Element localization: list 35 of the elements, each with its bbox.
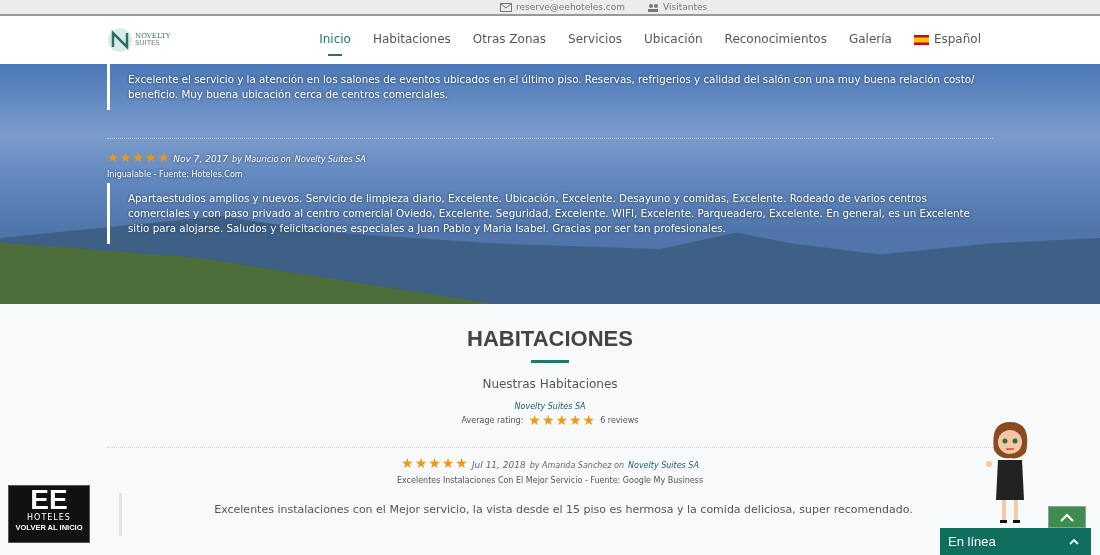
star-rating: ★★★★★: [107, 151, 170, 164]
top-bar-link[interactable]: Visitantes: [663, 2, 708, 12]
review-date: Nov 7, 2017: [173, 154, 229, 164]
nav-link[interactable]: Inicio: [319, 24, 351, 56]
nav-link[interactable]: Servicios: [568, 24, 622, 56]
review-author: by Amanda Sanchez on: [529, 461, 624, 470]
star-rating: ★★★★★: [528, 413, 596, 427]
nav-link[interactable]: Otras Zonas: [472, 24, 547, 56]
people-icon: [647, 2, 659, 12]
review-date: Jul 11, 2018: [471, 460, 526, 470]
chat-bar[interactable]: En línea: [940, 528, 1091, 555]
review-author: by Mauricio on: [232, 155, 291, 164]
nav-link[interactable]: Reconocimientos: [724, 24, 827, 56]
review-source: Inigualable - Fuente: Hoteles.Com: [107, 170, 244, 179]
hotel-link[interactable]: Novelty Suites SA: [628, 461, 699, 470]
section-title: HABITACIONES: [467, 326, 633, 352]
envelope-icon: [500, 2, 512, 12]
review-source: Excelentes Instalaciones Con El Mejor Servicio - Fuente: Google My Business: [396, 476, 704, 485]
top-bar-link[interactable]: reserve@eehoteles.com: [516, 2, 625, 12]
nav-link[interactable]: Habitaciones: [372, 24, 451, 56]
language-link[interactable]: Español: [933, 24, 981, 56]
letter-n-logo-icon: [107, 27, 133, 53]
nav-link[interactable]: Ubicación: [644, 24, 703, 56]
section-subtitle: Nuestras Habitaciones: [482, 377, 618, 391]
rating-label: Average rating:: [461, 415, 524, 425]
hotel-link[interactable]: Novelty Suites SA: [514, 402, 586, 411]
review-quote: Apartaestudios amplios y nuevos. Servicio de limpieza diario, Excelente. Ubicación, Excelente. Desayuno y comidas, Excelente. Rodeado de varios centros comerciales y con paso privado al centro comercial Oviedo, Excelente. Seguridad, Excelente. WIFI, Excelente. Parqueadero, Excelente. En general, es un Excelente sitio para alojarse. Saludos y felicitaciones especiales a Juan Pablo y Maria Isabel. Gracias por ser tan profesionales.: [107, 183, 993, 244]
scroll-top-button[interactable]: [1048, 506, 1086, 528]
star-rating: ★★★★★: [401, 456, 468, 470]
nav-link[interactable]: Galería: [848, 24, 892, 56]
spain-flag-icon: [913, 35, 929, 45]
chevron-up-icon: [1060, 512, 1074, 522]
review-count: 6 reviews: [600, 415, 639, 425]
chevron-up-icon: [1069, 538, 1079, 545]
review-quote: Excelente el servicio y la atención en los salones de eventos ubicados en el último piso. Reservas, refrigerios y calidad del salón con una muy buena relación costo/ beneficio. Muy buena ubicación cerca de centros comerciales.: [107, 64, 993, 110]
